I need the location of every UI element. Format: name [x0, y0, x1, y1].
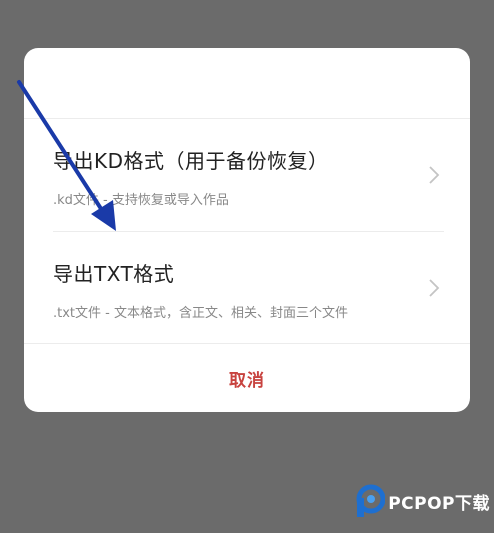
export-kd-option[interactable]: 导出KD格式（用于备份恢复） .kd文件 - 支持恢复或导入作品	[24, 119, 444, 231]
export-kd-title: 导出KD格式（用于备份恢复）	[53, 149, 329, 173]
watermark-text: PCPOP下载	[388, 493, 490, 514]
cancel-button[interactable]: 取消	[229, 366, 265, 391]
chevron-right-icon	[429, 279, 440, 297]
cancel-row[interactable]: 取消	[24, 343, 470, 412]
export-txt-description: .txt文件 - 文本格式，含正文、相关、封面三个文件	[53, 306, 348, 321]
chevron-right-icon	[429, 166, 440, 184]
export-txt-title: 导出TXT格式	[53, 262, 175, 286]
export-txt-option[interactable]: 导出TXT格式 .txt文件 - 文本格式，含正文、相关、封面三个文件	[53, 231, 444, 343]
pcpop-logo-icon	[356, 484, 386, 517]
export-kd-description: .kd文件 - 支持恢复或导入作品	[53, 193, 229, 208]
dialog-header-space	[24, 48, 470, 119]
pcpop-watermark: PCPOP下载	[355, 483, 490, 519]
export-dialog: 导出KD格式（用于备份恢复） .kd文件 - 支持恢复或导入作品 导出TXT格式…	[24, 48, 470, 412]
